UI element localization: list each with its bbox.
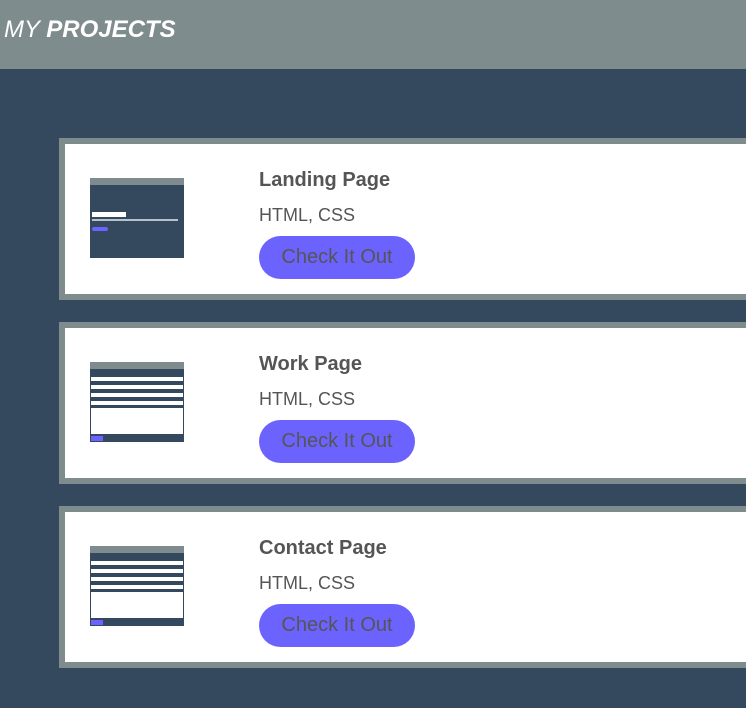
check-it-out-button[interactable]: Check It Out [259,604,415,647]
thumbnail-textarea [91,408,183,434]
project-title: Work Page [259,353,362,375]
thumbnail-field [91,377,183,381]
check-it-out-button[interactable]: Check It Out [259,420,415,463]
thumbnail-submit [91,436,103,441]
thumbnail-field [91,577,183,581]
page-title-light: MY [4,16,47,43]
project-tech: HTML, CSS [259,389,356,409]
thumbnail-field [91,569,183,573]
check-it-out-button[interactable]: Check It Out [259,236,415,279]
thumbnail-field [91,385,183,389]
project-tech: HTML, CSS [259,573,356,593]
thumbnail-field [91,401,183,405]
thumbnail-field [91,585,183,589]
thumbnail-hero-heading [92,212,172,217]
project-thumbnail [90,546,184,626]
project-title: Contact Page [259,537,387,559]
page-header: MY PROJECTS [0,0,746,69]
thumbnail-submit [91,620,103,625]
project-tech: HTML, CSS [259,205,356,225]
project-thumbnail [90,362,184,442]
project-card-work: Work Page HTML, CSS Check It Out [59,322,746,484]
project-title: Landing Page [259,169,391,191]
page-title: MY PROJECTS [4,16,176,44]
thumbnail-navbar [90,362,184,369]
project-thumbnail [90,178,184,258]
thumbnail-field [91,393,183,397]
project-card-contact: Contact Page HTML, CSS Check It Out [59,506,746,668]
page-title-bold: PROJECTS [46,16,176,43]
thumbnail-navbar [90,546,184,553]
thumbnail-navbar [90,178,184,185]
thumbnail-textarea [91,592,183,618]
thumbnail-hero-button [92,227,108,231]
thumbnail-field [91,561,183,565]
thumbnail-hero-text [92,219,178,221]
project-card-landing: Landing Page HTML, CSS Check It Out [59,138,746,300]
